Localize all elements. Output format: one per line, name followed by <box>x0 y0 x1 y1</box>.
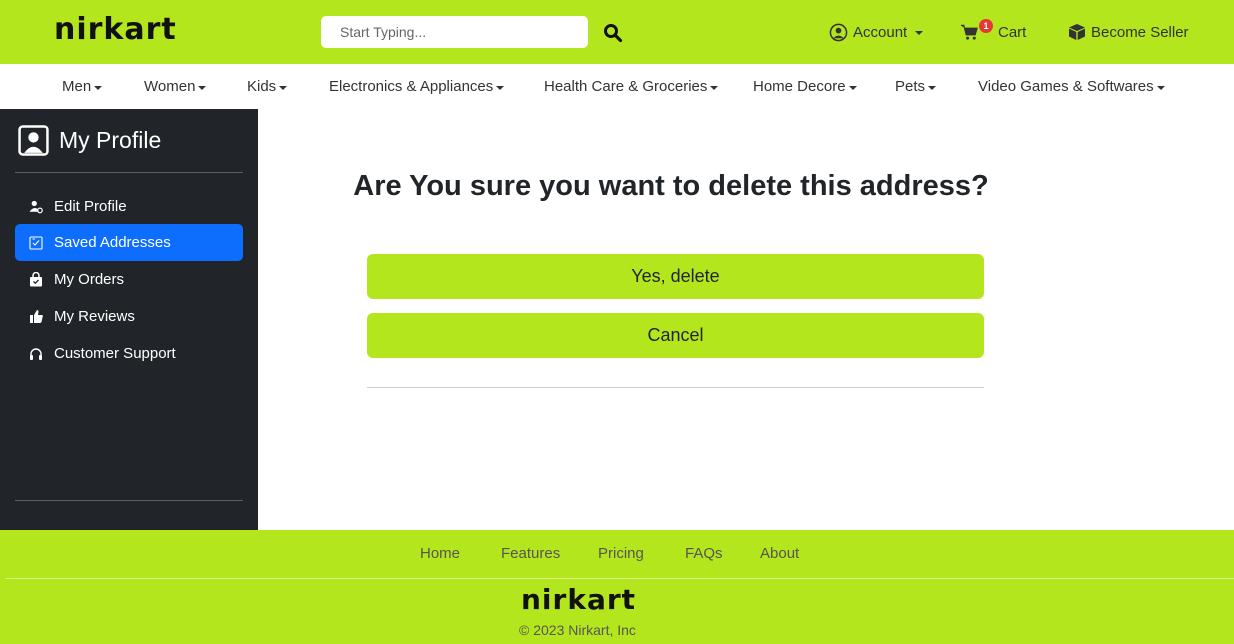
chevron-down-icon <box>710 85 719 90</box>
become-seller-label: Become Seller <box>1091 23 1189 41</box>
sidebar-item-customer-support[interactable]: Customer Support <box>15 335 243 372</box>
chevron-down-icon <box>496 85 505 90</box>
category-label: Women <box>144 78 196 95</box>
chevron-down-icon <box>928 85 937 90</box>
footer-link-home[interactable]: Home <box>420 545 460 562</box>
category-home-decore[interactable]: Home Decore <box>753 78 857 95</box>
chevron-down-icon <box>915 31 924 35</box>
category-nav: Men Women Kids Electronics & Appliances … <box>0 64 1234 109</box>
sidebar-item-my-reviews[interactable]: My Reviews <box>15 298 243 335</box>
category-label: Kids <box>247 78 277 95</box>
account-menu[interactable]: Account <box>829 20 924 44</box>
divider <box>367 387 984 388</box>
category-label: Pets <box>895 78 926 95</box>
sidebar-item-label: Customer Support <box>54 345 176 362</box>
sidebar-item-label: Edit Profile <box>54 198 127 215</box>
sidebar-item-label: Saved Addresses <box>54 234 171 251</box>
footer: Home Features Pricing FAQs About nirkart… <box>0 530 1234 644</box>
category-pets[interactable]: Pets <box>895 78 937 95</box>
category-electronics[interactable]: Electronics & Appliances <box>329 78 505 95</box>
user-circle-icon <box>829 23 848 41</box>
category-label: Men <box>62 78 92 95</box>
sidebar-title: My Profile <box>18 125 161 156</box>
search-button[interactable] <box>600 20 626 46</box>
search-icon <box>604 24 623 43</box>
cancel-button[interactable]: Cancel <box>367 313 984 358</box>
cart-label: Cart <box>998 23 1027 41</box>
sidebar-title-label: My Profile <box>59 127 162 153</box>
cart-icon <box>960 24 978 40</box>
category-label: Electronics & Appliances <box>329 78 494 95</box>
chevron-down-icon <box>279 85 288 90</box>
copyright-text: © 2023 Nirkart, Inc <box>519 622 636 638</box>
account-label: Account <box>853 23 908 41</box>
sidebar-item-my-orders[interactable]: My Orders <box>15 261 243 298</box>
top-header: nirkart Account 1 Cart <box>0 0 1234 64</box>
sidebar-item-label: My Orders <box>54 271 125 288</box>
category-kids[interactable]: Kids <box>247 78 288 95</box>
category-health-groceries[interactable]: Health Care & Groceries <box>544 78 719 95</box>
chevron-down-icon <box>1156 85 1165 90</box>
confirm-delete-button[interactable]: Yes, delete <box>367 254 984 299</box>
category-women[interactable]: Women <box>144 78 207 95</box>
profile-icon <box>18 125 49 156</box>
category-label: Video Games & Softwares <box>978 78 1154 95</box>
chevron-down-icon <box>198 85 207 90</box>
divider <box>15 172 243 173</box>
cart-count-badge: 1 <box>979 19 993 33</box>
headset-icon <box>30 347 42 360</box>
sidebar-item-edit-profile[interactable]: Edit Profile <box>15 188 243 225</box>
footer-link-pricing[interactable]: Pricing <box>598 545 644 562</box>
cart-link[interactable]: 1 Cart <box>960 19 1027 44</box>
chevron-down-icon <box>848 85 857 90</box>
category-label: Health Care & Groceries <box>544 78 708 95</box>
become-seller-link[interactable]: Become Seller <box>1068 20 1189 44</box>
footer-link-features[interactable]: Features <box>501 545 560 562</box>
profile-sidebar: My Profile Edit Profile Saved Addresses <box>0 109 258 530</box>
chevron-down-icon <box>94 85 103 90</box>
user-gear-icon <box>29 200 43 214</box>
bag-icon <box>30 272 42 287</box>
category-video-games[interactable]: Video Games & Softwares <box>978 78 1165 95</box>
divider <box>5 578 1234 579</box>
footer-link-about[interactable]: About <box>760 545 799 562</box>
search-input[interactable] <box>321 16 588 48</box>
sidebar-item-label: My Reviews <box>54 308 135 325</box>
divider <box>15 500 243 501</box>
footer-link-faqs[interactable]: FAQs <box>685 545 723 562</box>
thumbs-up-icon <box>30 310 43 323</box>
page-title: Are You sure you want to delete this add… <box>353 170 989 202</box>
checklist-icon <box>29 235 43 250</box>
site-logo[interactable]: nirkart <box>54 15 177 45</box>
footer-logo: nirkart <box>521 583 637 616</box>
sidebar-item-saved-addresses[interactable]: Saved Addresses <box>15 224 243 261</box>
category-label: Home Decore <box>753 78 846 95</box>
box-icon <box>1069 24 1085 40</box>
category-men[interactable]: Men <box>62 78 103 95</box>
